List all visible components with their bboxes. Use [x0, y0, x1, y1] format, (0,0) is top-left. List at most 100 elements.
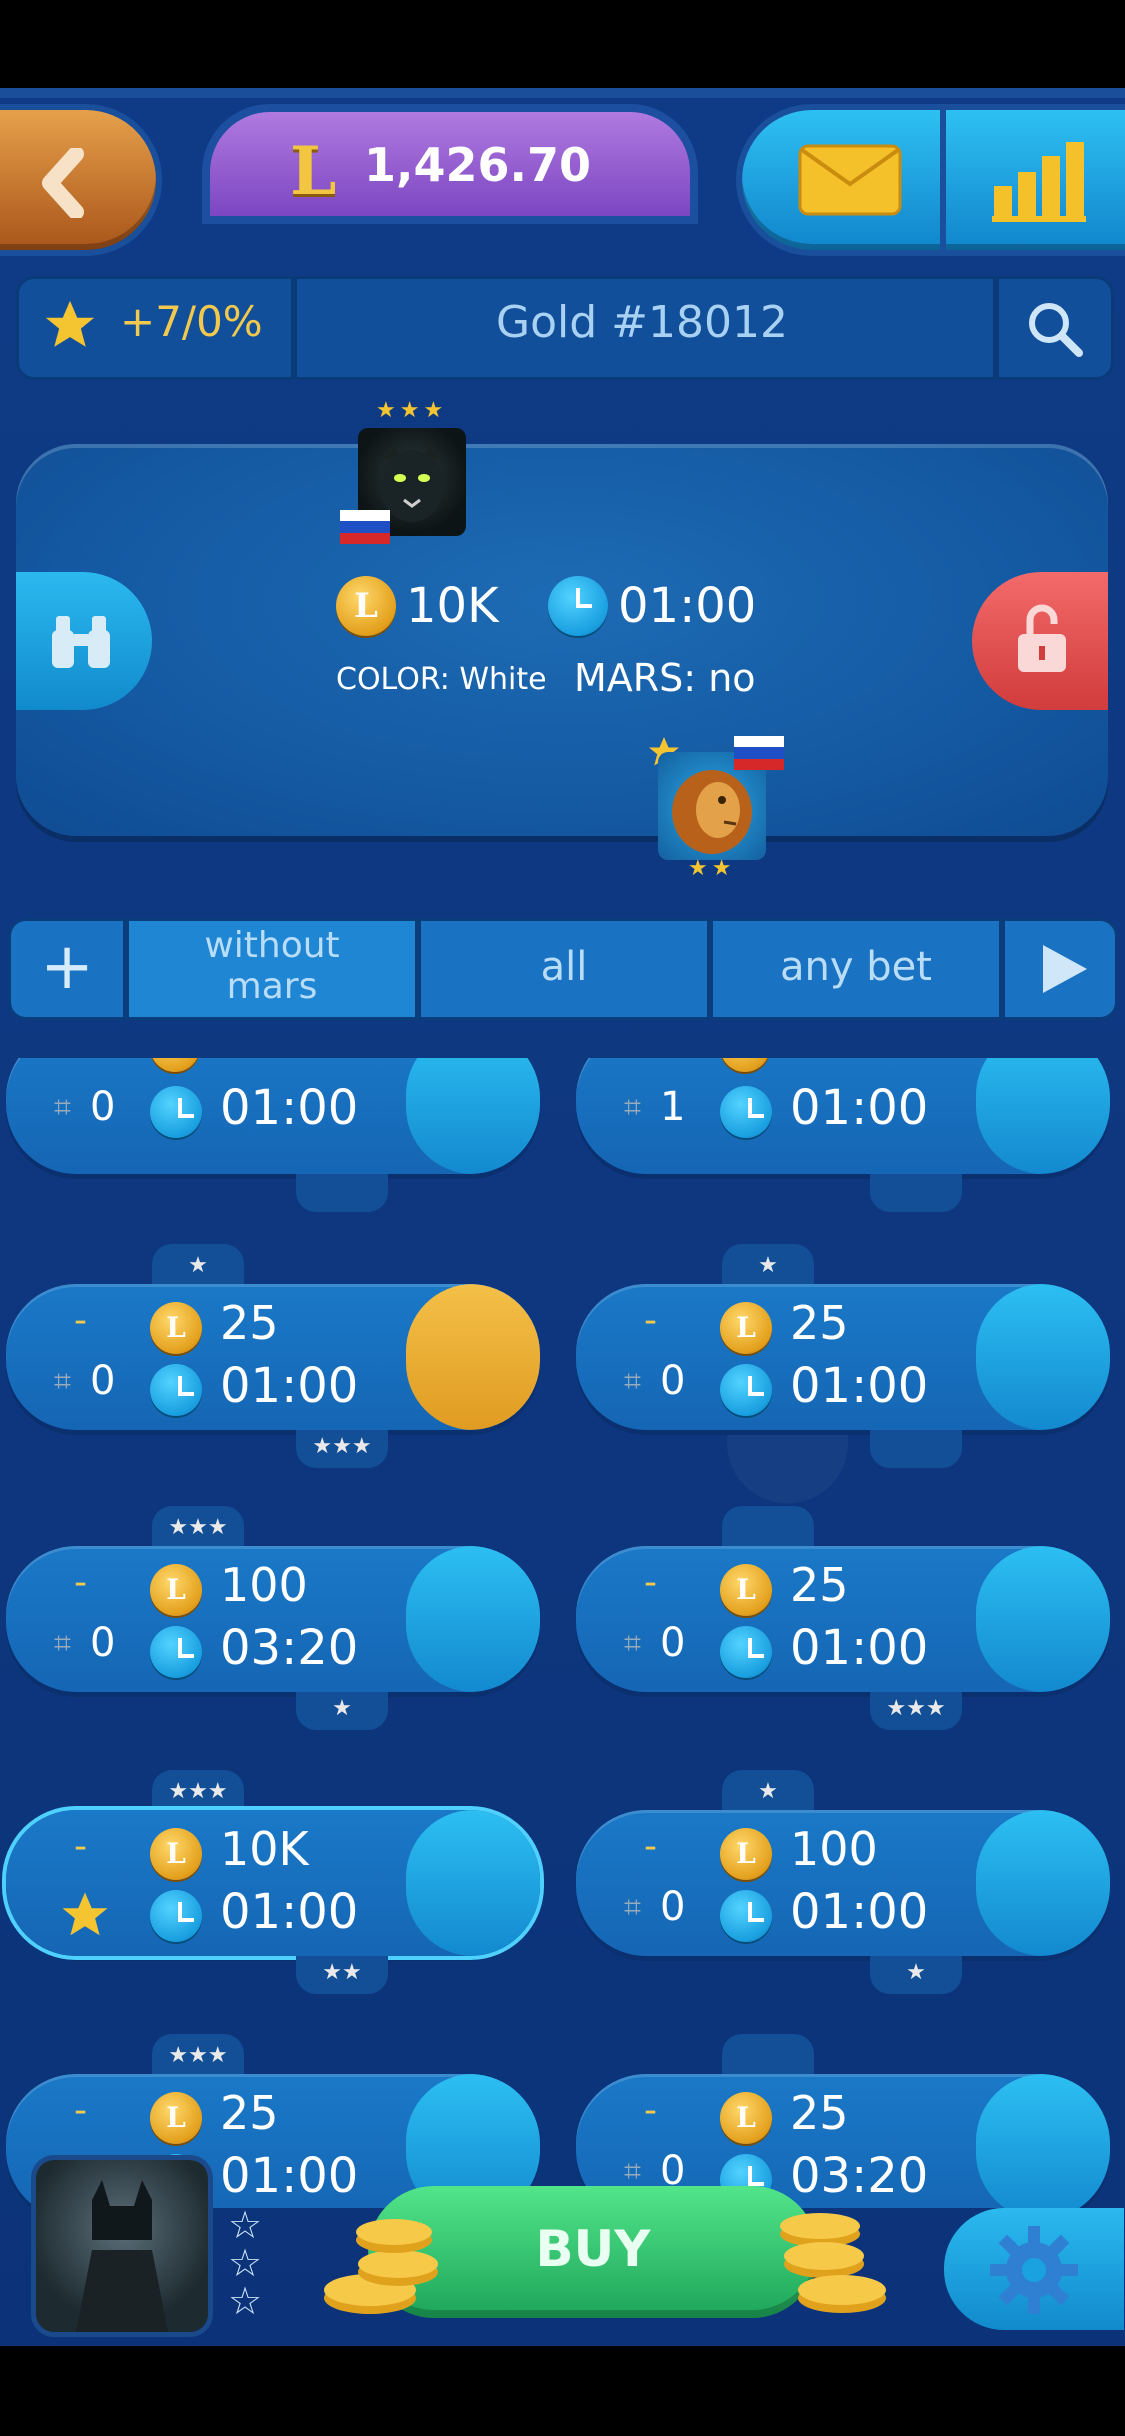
watch-table-button[interactable] [406, 1058, 540, 1174]
watchers-count: 0 [90, 1620, 116, 1666]
table-tile[interactable]: - L 50 ⌗ 0 01:00 [6, 1058, 540, 1174]
seat-tab: ★ [722, 1770, 814, 1812]
status-dash: - [644, 1300, 657, 1341]
watch-table-button[interactable] [976, 1058, 1110, 1174]
filter-without-mars-label-2: mars [226, 966, 318, 1007]
seat-tab [296, 1174, 388, 1212]
balance-value: 1,426.70 [364, 138, 591, 192]
watch-table-button[interactable] [976, 1546, 1110, 1692]
bet-value: 25 [790, 2086, 849, 2140]
status-dash: - [644, 2090, 657, 2131]
filter-all[interactable]: all [418, 918, 710, 1020]
table-tile[interactable]: - L 100 ⌗ 0 03:20 [6, 1546, 540, 1692]
seat-tab [722, 2034, 814, 2076]
player-stars: ★★ [688, 856, 736, 881]
coin-icon: L [150, 1564, 202, 1616]
clock-icon [548, 576, 608, 636]
seat-tab: ★ [152, 1244, 244, 1286]
binoculars-small-icon: ⌗ [624, 2154, 641, 2189]
watchers-count: 0 [90, 1084, 116, 1130]
bet-value: 100 [790, 1822, 878, 1876]
seat-tab: ★ [870, 1956, 962, 1994]
mail-button[interactable] [742, 110, 942, 250]
coin-icon: L [720, 1828, 772, 1880]
chevron-left-icon [42, 148, 84, 218]
table-tile[interactable]: - L 25 ⌗ 0 01:00 [576, 1546, 1110, 1692]
filter-all-label: all [540, 944, 588, 990]
coin-icon: L [720, 1302, 772, 1354]
bet-value: 10K [220, 1822, 309, 1876]
status-dash: - [74, 1058, 86, 1072]
search-icon [1029, 303, 1083, 357]
watchers-count: 0 [660, 1620, 686, 1666]
filter-any-bet[interactable]: any bet [710, 918, 1002, 1020]
watch-table-button[interactable] [406, 1810, 540, 1956]
play-button[interactable] [1002, 918, 1118, 1020]
batman-icon [76, 2180, 168, 2332]
seat-tab: ★★ [296, 1956, 388, 1994]
filter-any-bet-label: any bet [780, 944, 932, 990]
gear-icon [990, 2226, 1078, 2314]
watchers-count: 0 [660, 1358, 686, 1404]
time-value: 01:00 [790, 1358, 929, 1414]
seat-tab: ★ [296, 1692, 388, 1730]
binoculars-small-icon: ⌗ [54, 1626, 71, 1661]
clock-icon [720, 1364, 772, 1416]
plus-icon: + [40, 930, 94, 1004]
watch-table-button[interactable] [406, 1546, 540, 1692]
time-value: 01:00 [790, 1884, 929, 1940]
seat-tab [722, 1506, 814, 1548]
clock-icon [150, 1364, 202, 1416]
seat-tab: ★★★ [870, 1692, 962, 1730]
seat-tab: ★★★ [152, 1506, 244, 1548]
watch-table-button[interactable] [976, 1810, 1110, 1956]
profile-avatar[interactable] [36, 2160, 208, 2332]
coin-icon: L [720, 2092, 772, 2144]
binoculars-small-icon: ⌗ [624, 1890, 641, 1925]
russia-flag-icon [340, 510, 390, 544]
time-value: 01:00 [220, 1884, 359, 1940]
table-tile[interactable]: - L 25 ⌗ 0 01:00 [576, 1284, 1110, 1430]
status-dash: - [74, 1562, 87, 1603]
unlock-icon [1018, 604, 1066, 672]
private-table-button[interactable] [972, 572, 1108, 710]
watch-table-button[interactable] [976, 2074, 1110, 2208]
watch-table-button[interactable] [976, 1284, 1110, 1430]
clock-icon [150, 1626, 202, 1678]
search-button[interactable] [996, 276, 1114, 380]
leaderboard-button[interactable] [946, 110, 1125, 250]
bet-value: 100 [220, 1558, 308, 1612]
opponent-stars: ★★★ [376, 398, 448, 423]
table-tile[interactable]: - L 25 ⌗ 1 01:00 [576, 1058, 1110, 1174]
status-dash: - [74, 1300, 87, 1341]
binoculars-icon [52, 616, 110, 668]
coin-icon: L [150, 1302, 202, 1354]
bar-chart-icon [992, 142, 1086, 222]
coin-icon: L [150, 2092, 202, 2144]
bet-value: 50 [220, 1058, 276, 1065]
coin-icon: L [720, 1564, 772, 1616]
back-button[interactable] [0, 110, 156, 250]
bet-value: 25 [790, 1296, 849, 1350]
settings-button[interactable] [944, 2208, 1124, 2330]
clock-icon [720, 1890, 772, 1942]
table-name-label: Gold #18012 [496, 297, 788, 348]
clock-icon [150, 1890, 202, 1942]
seat-tab [870, 1174, 962, 1212]
watch-game-button[interactable] [16, 572, 152, 710]
filter-without-mars[interactable]: without mars [126, 918, 418, 1020]
table-tile[interactable]: - L 100 ⌗ 0 01:00 [576, 1810, 1110, 1956]
time-value: 01:00 [790, 1620, 929, 1676]
binoculars-small-icon: ⌗ [54, 1364, 71, 1399]
time-value: 01:00 [790, 1080, 929, 1136]
top-strip [0, 88, 1125, 98]
status-dash: - [644, 1826, 657, 1867]
table-tile[interactable]: - L 25 ⌗ 0 01:00 [6, 1284, 540, 1430]
time-value: 03:20 [220, 1620, 359, 1676]
game-info-card[interactable] [16, 444, 1108, 836]
binoculars-small-icon: ⌗ [624, 1626, 641, 1661]
join-private-table-button[interactable] [406, 1284, 540, 1430]
star-icon [45, 300, 95, 347]
table-tile-own[interactable]: - L 10K 01:00 [6, 1810, 540, 1956]
create-table-button[interactable]: + [8, 918, 126, 1020]
